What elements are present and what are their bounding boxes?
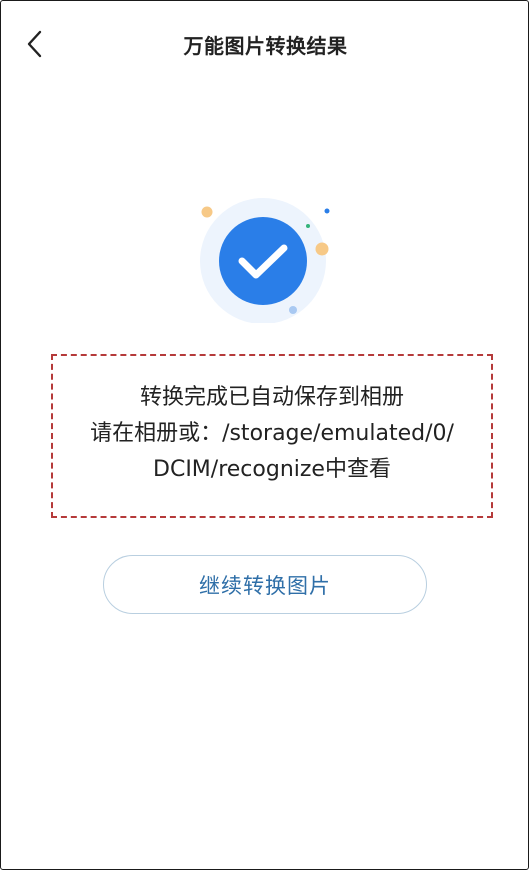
title-bar: 万能图片转换结果 <box>0 0 531 88</box>
check-circle-icon <box>200 198 330 324</box>
continue-convert-button[interactable]: 继续转换图片 <box>103 555 427 614</box>
message-line-saved: 转换完成已自动保存到相册 <box>139 385 404 410</box>
page-title: 万能图片转换结果 <box>183 34 348 58</box>
success-illustration <box>195 198 340 324</box>
message-line-path: 请在相册或：/storage/emulated/0/ <box>90 421 454 446</box>
save-result-message: 转换完成已自动保存到相册 请在相册或：/storage/emulated/0/ … <box>51 354 493 518</box>
message-line-folder: DCIM/recognize中查看 <box>153 457 391 482</box>
